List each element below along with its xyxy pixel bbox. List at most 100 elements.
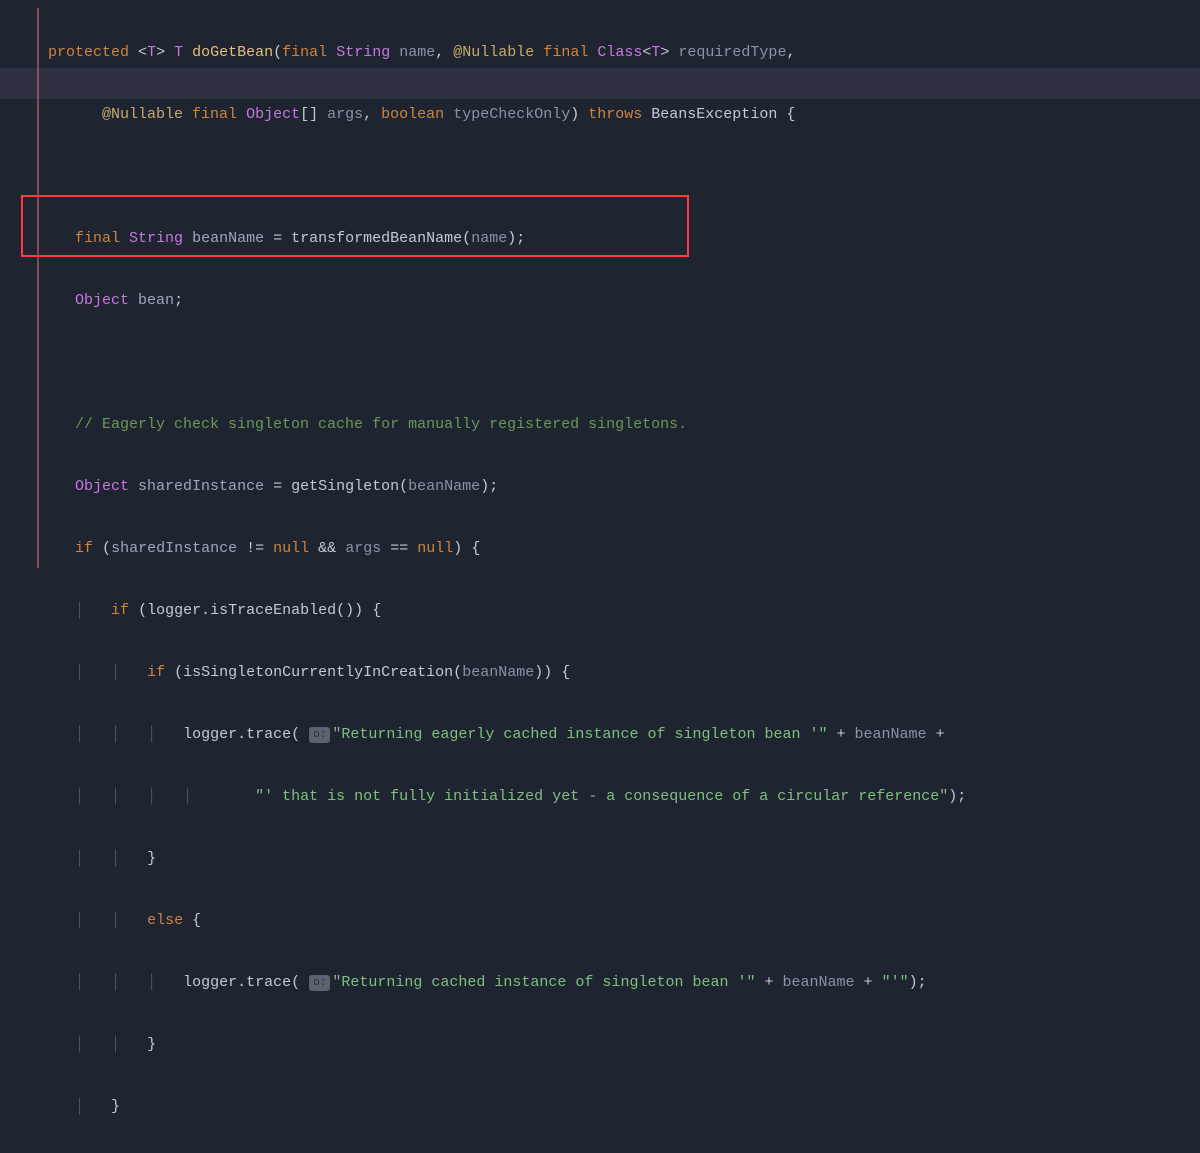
punct: ( <box>291 974 300 991</box>
punct: ; <box>174 292 183 309</box>
punct: () <box>336 602 354 619</box>
variable: sharedInstance <box>111 540 237 557</box>
code-line[interactable]: │ │ │ logger.trace( o:"Returning eagerly… <box>30 719 966 750</box>
punct: ( <box>453 664 462 681</box>
code-line[interactable]: final String beanName = transformedBeanN… <box>30 223 966 254</box>
punct: { <box>786 106 795 123</box>
code-line[interactable] <box>30 161 966 192</box>
operator: != <box>246 540 264 557</box>
punct: ) <box>480 478 489 495</box>
code-line[interactable]: if (sharedInstance != null && args == nu… <box>30 533 966 564</box>
code-line[interactable]: @Nullable final Object[] args, boolean t… <box>30 99 966 130</box>
arg: name <box>471 230 507 247</box>
code-line[interactable]: protected <T> T doGetBean(final String n… <box>30 37 966 68</box>
code-line[interactable]: │ │ │ logger.trace( o:"Returning cached … <box>30 967 966 998</box>
variable: bean <box>138 292 174 309</box>
call: isTraceEnabled <box>210 602 336 619</box>
code-line[interactable]: Object sharedInstance = getSingleton(bea… <box>30 471 966 502</box>
punct: ) <box>570 106 579 123</box>
code-line[interactable] <box>30 347 966 378</box>
operator: + <box>764 974 773 991</box>
punct: ; <box>918 974 927 991</box>
keyword: final <box>282 44 327 61</box>
keyword: final <box>192 106 237 123</box>
punct: ; <box>489 478 498 495</box>
keyword: if <box>111 602 129 619</box>
return-type: T <box>174 44 183 61</box>
punct: < <box>138 44 147 61</box>
type-param: T <box>147 44 156 61</box>
punct: ; <box>516 230 525 247</box>
call: trace <box>246 726 291 743</box>
operator: + <box>864 974 873 991</box>
code-line[interactable]: │ } <box>30 1091 966 1122</box>
comment: // Eagerly check singleton cache for man… <box>75 416 687 433</box>
operator: + <box>837 726 846 743</box>
keyword: null <box>417 540 453 557</box>
method-name: doGetBean <box>192 44 273 61</box>
punct: ) <box>534 664 543 681</box>
annotation: @Nullable <box>453 44 534 61</box>
punct: . <box>237 974 246 991</box>
punct: , <box>786 44 795 61</box>
punct: ) <box>909 974 918 991</box>
punct: ) <box>543 664 552 681</box>
arg: beanName <box>408 478 480 495</box>
code-editor[interactable]: protected <T> T doGetBean(final String n… <box>0 0 966 1153</box>
punct: > <box>156 44 165 61</box>
operator: + <box>936 726 945 743</box>
punct: ( <box>462 230 471 247</box>
code-line[interactable]: Object bean; <box>30 285 966 316</box>
variable: beanName <box>192 230 264 247</box>
code-line[interactable]: // Eagerly check singleton cache for man… <box>30 409 966 440</box>
punct: ) <box>453 540 462 557</box>
type: Object <box>246 106 300 123</box>
operator: = <box>273 478 282 495</box>
variable: beanName <box>783 974 855 991</box>
code-line[interactable]: │ if (logger.isTraceEnabled()) { <box>30 595 966 626</box>
variable: sharedInstance <box>138 478 264 495</box>
param: name <box>399 44 435 61</box>
punct: { <box>192 912 201 929</box>
punct: ( <box>273 44 282 61</box>
code-line[interactable]: │ │ │ │ "' that is not fully initialized… <box>30 781 966 812</box>
variable: beanName <box>855 726 927 743</box>
punct: ) <box>354 602 363 619</box>
type: Object <box>75 292 129 309</box>
code-line[interactable]: │ │ if (isSingletonCurrentlyInCreation(b… <box>30 657 966 688</box>
call: trace <box>246 974 291 991</box>
param-hint-badge: o: <box>309 975 330 991</box>
arg: beanName <box>462 664 534 681</box>
punct: ( <box>399 478 408 495</box>
annotation: @Nullable <box>102 106 183 123</box>
operator: = <box>273 230 282 247</box>
keyword: final <box>543 44 588 61</box>
call: getSingleton <box>291 478 399 495</box>
code-line[interactable]: │ │ else { <box>30 905 966 936</box>
punct: [] <box>300 106 318 123</box>
punct: } <box>147 1036 156 1053</box>
punct: } <box>147 850 156 867</box>
code-line[interactable]: │ │ } <box>30 843 966 874</box>
keyword: protected <box>48 44 129 61</box>
punct: , <box>435 44 444 61</box>
type: String <box>129 230 183 247</box>
keyword: if <box>75 540 93 557</box>
punct: ) <box>507 230 516 247</box>
punct: ( <box>138 602 147 619</box>
exception-type: BeansException <box>651 106 777 123</box>
string: "Returning cached instance of singleton … <box>332 974 755 991</box>
keyword: if <box>147 664 165 681</box>
call: isSingletonCurrentlyInCreation <box>183 664 453 681</box>
punct: } <box>111 1098 120 1115</box>
keyword: final <box>75 230 120 247</box>
punct: ) <box>948 788 957 805</box>
string: "Returning eagerly cached instance of si… <box>332 726 827 743</box>
type: String <box>336 44 390 61</box>
punct: ( <box>174 664 183 681</box>
operator: && <box>318 540 336 557</box>
code-line[interactable]: │ │ } <box>30 1029 966 1060</box>
punct: { <box>561 664 570 681</box>
type: Object <box>75 478 129 495</box>
punct: , <box>363 106 372 123</box>
